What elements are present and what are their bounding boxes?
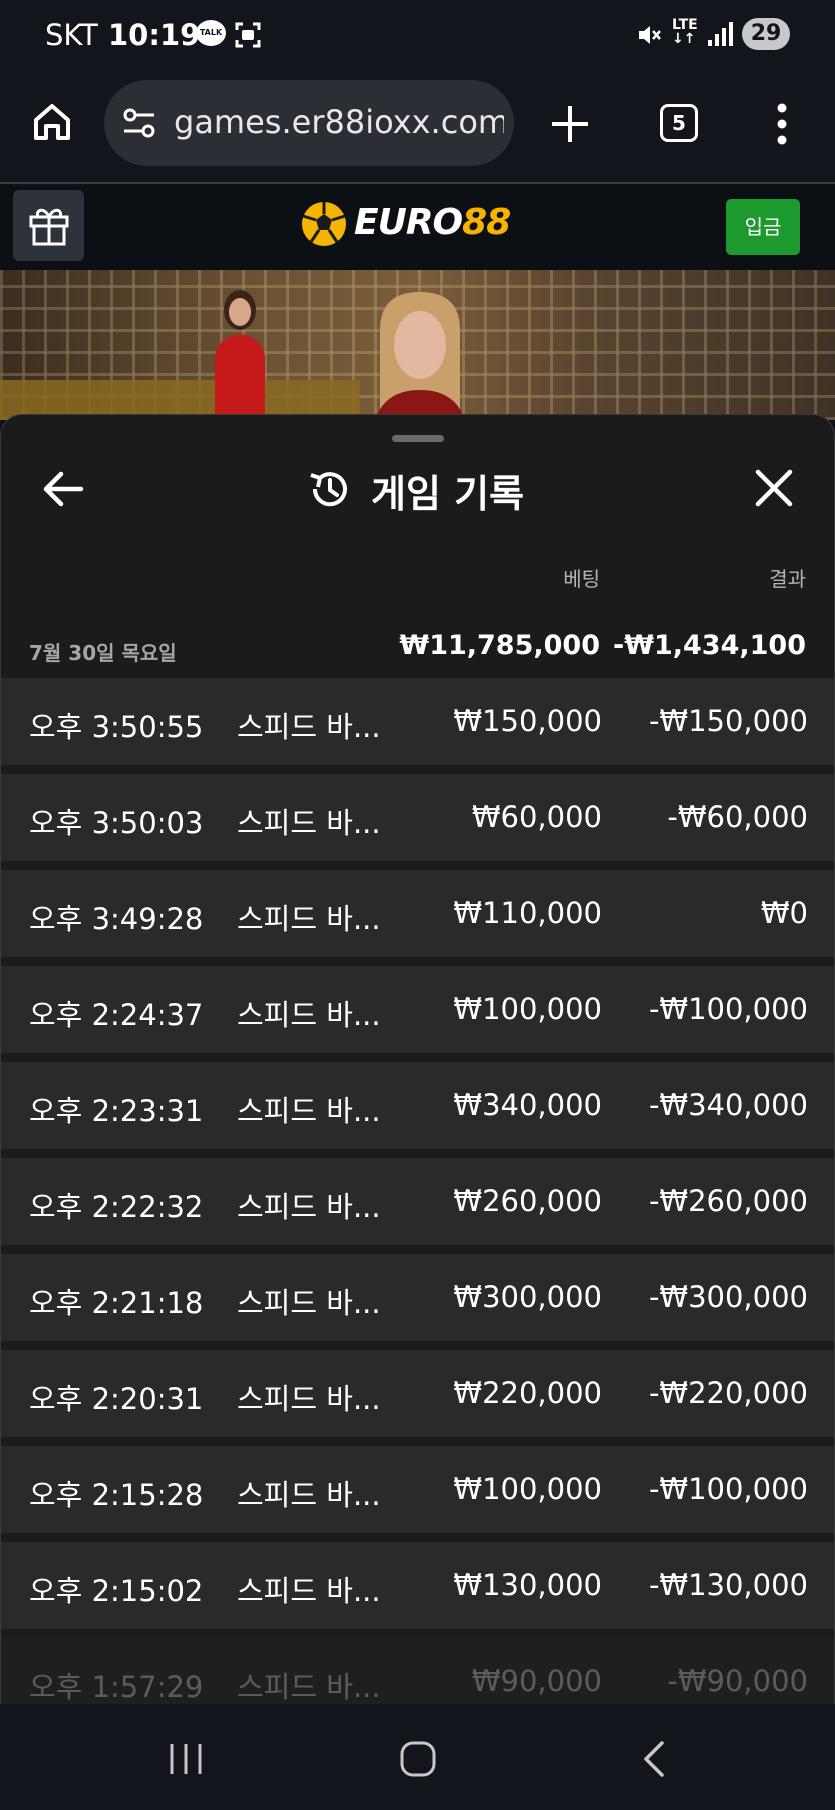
row-bet: ₩260,000	[453, 1184, 602, 1218]
dealer-figure-left	[215, 290, 265, 420]
plus-icon[interactable]	[548, 102, 592, 146]
row-result: ₩0	[760, 896, 808, 930]
arrow-left-icon[interactable]	[39, 465, 87, 513]
history-row[interactable]: 오후 2:23:31 스피드 바... ₩340,000 -₩340,000	[1, 1062, 834, 1149]
mute-icon	[639, 26, 661, 44]
row-time: 오후 3:50:03	[29, 806, 204, 840]
row-time: 오후 2:24:37	[29, 998, 204, 1032]
address-bar[interactable]: games.er88ioxx.com	[104, 80, 514, 166]
history-row[interactable]: 오후 2:21:18 스피드 바... ₩300,000 -₩300,000	[1, 1254, 834, 1341]
row-result: -₩60,000	[667, 800, 808, 834]
row-time: 오후 2:20:31	[29, 1382, 204, 1416]
sheet-drag-handle[interactable]	[392, 435, 444, 442]
history-row[interactable]: 오후 1:57:29 스피드 바... ₩90,000 -₩90,000	[1, 1638, 834, 1704]
dealer-figure-main	[375, 292, 465, 420]
row-game: 스피드 바...	[237, 902, 381, 936]
column-header-bet: 베팅	[563, 567, 600, 591]
row-bet: ₩300,000	[453, 1280, 602, 1314]
status-bar: SKT 10:19 TALK LTE ↓↑ 29	[0, 0, 835, 70]
row-bet: ₩130,000	[453, 1568, 602, 1602]
row-time: 오후 2:23:31	[29, 1094, 204, 1128]
row-time: 오후 2:15:02	[29, 1574, 204, 1608]
row-time: 오후 3:49:28	[29, 902, 204, 936]
row-result: -₩150,000	[648, 704, 808, 738]
clock: 10:19	[108, 18, 201, 52]
lte-indicator: LTE ↓↑	[672, 17, 698, 47]
row-game: 스피드 바...	[237, 1190, 381, 1224]
row-bet: ₩60,000	[471, 800, 602, 834]
row-game: 스피드 바...	[237, 1286, 381, 1320]
gift-button[interactable]	[13, 190, 84, 261]
url-text[interactable]: games.er88ioxx.com	[174, 103, 504, 141]
site-header: EURO88 입금	[0, 186, 835, 270]
game-history-sheet: 게임 기록 베팅 결과 7월 30일 목요일 ₩11,785,000 -₩1,4…	[0, 414, 835, 1704]
close-icon[interactable]	[753, 467, 795, 509]
history-row[interactable]: 오후 2:15:28 스피드 바... ₩100,000 -₩100,000	[1, 1446, 834, 1533]
gift-icon	[29, 208, 69, 246]
live-video-background	[0, 270, 835, 420]
column-header-result: 결과	[769, 567, 806, 591]
history-row[interactable]: 오후 2:24:37 스피드 바... ₩100,000 -₩100,000	[1, 966, 834, 1053]
row-bet: ₩100,000	[453, 992, 602, 1026]
kakaotalk-icon: TALK	[196, 20, 226, 46]
date-group-label: 7월 30일 목요일	[29, 641, 177, 665]
row-result: -₩220,000	[648, 1376, 808, 1410]
row-game: 스피드 바...	[237, 998, 381, 1032]
row-game: 스피드 바...	[237, 710, 381, 744]
row-time: 오후 2:22:32	[29, 1190, 204, 1224]
battery-indicator: 29	[742, 18, 790, 50]
history-row[interactable]: 오후 2:22:32 스피드 바... ₩260,000 -₩260,000	[1, 1158, 834, 1245]
row-result: -₩300,000	[648, 1280, 808, 1314]
total-result: -₩1,434,100	[612, 630, 806, 661]
history-row[interactable]: 오후 2:20:31 스피드 바... ₩220,000 -₩220,000	[1, 1350, 834, 1437]
history-row[interactable]: 오후 3:50:55 스피드 바... ₩150,000 -₩150,000	[1, 678, 834, 765]
row-bet: ₩150,000	[453, 704, 602, 738]
tune-icon[interactable]	[122, 106, 158, 140]
row-time: 오후 2:21:18	[29, 1286, 204, 1320]
row-game: 스피드 바...	[237, 1382, 381, 1416]
row-result: -₩100,000	[648, 992, 808, 1026]
history-row[interactable]: 오후 3:49:28 스피드 바... ₩110,000 ₩0	[1, 870, 834, 957]
tab-switcher-button[interactable]: 5	[660, 104, 698, 142]
nav-back-icon[interactable]	[638, 1740, 668, 1778]
row-result: -₩130,000	[648, 1568, 808, 1602]
sheet-title: 게임 기록	[371, 472, 525, 516]
browser-toolbar: games.er88ioxx.com 5	[0, 70, 835, 184]
history-row[interactable]: 오후 2:15:02 스피드 바... ₩130,000 -₩130,000	[1, 1542, 834, 1629]
total-bet: ₩11,785,000	[399, 630, 600, 661]
row-bet: ₩90,000	[471, 1664, 602, 1698]
row-time: 오후 1:57:29	[29, 1670, 204, 1704]
row-time: 오후 2:15:28	[29, 1478, 204, 1512]
row-bet: ₩220,000	[453, 1376, 602, 1410]
row-game: 스피드 바...	[237, 1670, 381, 1704]
row-game: 스피드 바...	[237, 1094, 381, 1128]
row-game: 스피드 바...	[237, 1478, 381, 1512]
history-row[interactable]: 오후 3:50:03 스피드 바... ₩60,000 -₩60,000	[1, 774, 834, 861]
screenshot-icon	[235, 22, 261, 48]
row-result: -₩100,000	[648, 1472, 808, 1506]
signal-icon	[708, 22, 733, 46]
row-bet: ₩110,000	[453, 896, 602, 930]
soccer-ball-icon	[302, 202, 346, 246]
row-result: -₩340,000	[648, 1088, 808, 1122]
row-result: -₩90,000	[667, 1664, 808, 1698]
row-game: 스피드 바...	[237, 806, 381, 840]
carrier-label: SKT	[45, 18, 98, 52]
deposit-button[interactable]: 입금	[726, 199, 800, 255]
row-game: 스피드 바...	[237, 1574, 381, 1608]
row-bet: ₩100,000	[453, 1472, 602, 1506]
recent-apps-icon[interactable]	[168, 1742, 204, 1776]
row-result: -₩260,000	[648, 1184, 808, 1218]
row-bet: ₩340,000	[453, 1088, 602, 1122]
nav-home-icon[interactable]	[399, 1740, 437, 1778]
more-vert-icon[interactable]	[770, 100, 794, 148]
logo-text: EURO88	[354, 202, 511, 243]
home-icon[interactable]	[30, 100, 74, 144]
row-time: 오후 3:50:55	[29, 710, 204, 744]
history-icon	[310, 472, 347, 507]
history-list: 오후 3:50:55 스피드 바... ₩150,000 -₩150,000 오…	[1, 678, 834, 1704]
system-navigation-bar	[0, 1704, 835, 1810]
